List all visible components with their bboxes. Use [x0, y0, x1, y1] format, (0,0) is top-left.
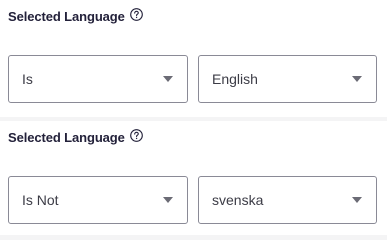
question-circle-icon[interactable]	[129, 7, 143, 21]
operator-select-2-value: Is Not	[22, 192, 59, 208]
filter-2-label: Selected Language	[8, 130, 125, 145]
filter-1-label: Selected Language	[8, 9, 125, 24]
caret-down-icon	[352, 76, 362, 82]
operator-select-1-value: Is	[22, 71, 33, 87]
caret-down-icon	[163, 197, 173, 203]
operator-select-1[interactable]: Is	[8, 55, 188, 103]
filter-1-label-row: Selected Language	[8, 7, 143, 24]
language-select-2[interactable]: svenska	[198, 176, 377, 224]
caret-down-icon	[352, 197, 362, 203]
question-circle-icon[interactable]	[129, 128, 143, 142]
language-select-1-value: English	[212, 71, 258, 87]
caret-down-icon	[163, 76, 173, 82]
operator-select-2[interactable]: Is Not	[8, 176, 188, 224]
language-select-1[interactable]: English	[198, 55, 377, 103]
language-select-2-value: svenska	[212, 192, 264, 208]
filter-2-label-row: Selected Language	[8, 128, 143, 145]
